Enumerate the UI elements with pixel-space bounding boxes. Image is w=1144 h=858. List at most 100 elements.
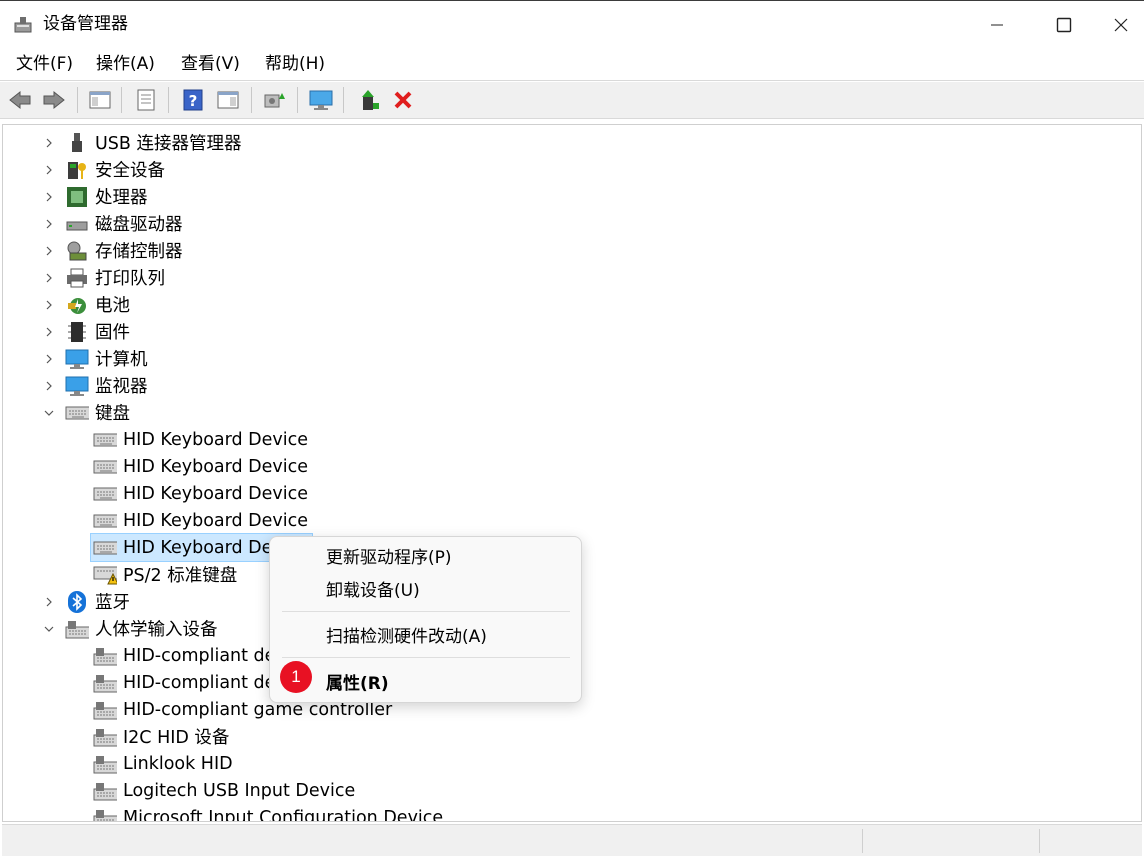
menu-action[interactable]: 操作(A) (96, 53, 155, 75)
tree-label: Linklook HID (123, 753, 233, 774)
storage-controller-icon (65, 239, 89, 263)
tree-label: HID Keyboard Device (123, 429, 309, 450)
chevron-right-icon[interactable] (43, 380, 55, 392)
keyboard-icon (93, 482, 117, 506)
tree-category-print-queues[interactable]: 打印队列 (43, 264, 165, 291)
tree-category-processor[interactable]: 处理器 (43, 183, 148, 210)
chevron-right-icon[interactable] (43, 245, 55, 257)
security-key-icon (65, 158, 89, 182)
keyboard-warning-icon (93, 563, 117, 587)
show-hide-action-pane-icon[interactable] (215, 87, 241, 113)
tree-category-storage-controllers[interactable]: 存储控制器 (43, 237, 183, 264)
chevron-right-icon[interactable] (43, 596, 55, 608)
chevron-right-icon[interactable] (43, 137, 55, 149)
forward-icon[interactable] (41, 87, 67, 113)
hid-icon (93, 644, 117, 668)
tree-category-firmware[interactable]: 固件 (43, 318, 130, 345)
toolbar: ? (0, 82, 1144, 119)
chevron-right-icon[interactable] (43, 299, 55, 311)
step-number-badge: 1 (280, 661, 312, 693)
tree-item-hid-keyboard-2[interactable]: HID Keyboard Device (93, 453, 308, 480)
tree-label: 人体学输入设备 (95, 620, 218, 640)
tree-item-hid-keyboard-4[interactable]: HID Keyboard Device (93, 507, 308, 534)
menu-bar: 文件(F) 操作(A) 查看(V) 帮助(H) (0, 47, 1144, 81)
maximize-button[interactable] (1041, 1, 1087, 48)
uninstall-red-x-icon[interactable] (390, 87, 416, 113)
menu-file[interactable]: 文件(F) (16, 53, 73, 75)
device-tree[interactable]: USB 连接器管理器 安全设备 处理器 磁盘驱动器 存储控制器 打印队列 电池 (2, 124, 1142, 822)
tree-item-hid-keyboard-3[interactable]: HID Keyboard Device (93, 480, 308, 507)
tree-item-hid-keyboard-1[interactable]: HID Keyboard Device (93, 426, 308, 453)
menu-update-driver[interactable]: 更新驱动程序(P) (326, 547, 452, 569)
minimize-button[interactable] (974, 1, 1020, 48)
scan-hardware-icon[interactable] (262, 87, 288, 113)
tree-label: 电池 (95, 296, 130, 316)
hid-icon (93, 671, 117, 695)
keyboard-icon (65, 401, 89, 425)
menu-properties[interactable]: 属性(R) (326, 673, 389, 695)
tree-label: PS/2 标准键盘 (123, 566, 238, 586)
chevron-right-icon[interactable] (43, 353, 55, 365)
tree-category-computer[interactable]: 计算机 (43, 345, 148, 372)
close-button[interactable] (1098, 1, 1144, 48)
usb-icon (65, 131, 89, 155)
svg-text:?: ? (189, 92, 198, 110)
tree-category-security[interactable]: 安全设备 (43, 156, 165, 183)
tree-category-bluetooth[interactable]: 蓝牙 (43, 588, 130, 615)
tree-category-disk-drives[interactable]: 磁盘驱动器 (43, 210, 183, 237)
tree-label: I2C HID 设备 (123, 728, 230, 748)
back-icon[interactable] (7, 87, 33, 113)
hid-icon (93, 698, 117, 722)
tree-item-logitech-usb[interactable]: Logitech USB Input Device (93, 777, 355, 804)
tree-category-battery[interactable]: 电池 (43, 291, 130, 318)
tree-category-monitors[interactable]: 监视器 (43, 372, 148, 399)
tree-label: 固件 (95, 323, 130, 343)
monitor-icon (65, 374, 89, 398)
tree-label: HID Keyboard Device (123, 456, 309, 477)
menu-uninstall-device[interactable]: 卸载设备(U) (326, 580, 420, 602)
tree-category-keyboards[interactable]: 键盘 (43, 399, 130, 426)
battery-icon (65, 293, 89, 317)
keyboard-icon (93, 536, 117, 560)
tree-item-ms-input-config[interactable]: Microsoft Input Configuration Device (93, 804, 444, 822)
chevron-down-icon[interactable] (43, 407, 55, 419)
tree-label: 打印队列 (95, 269, 165, 289)
tree-category-hid[interactable]: 人体学输入设备 (43, 615, 218, 642)
menu-scan-hardware[interactable]: 扫描检测硬件改动(A) (326, 626, 487, 648)
hid-icon (93, 752, 117, 776)
tree-label: HID Keyboard Device (123, 510, 309, 531)
chevron-right-icon[interactable] (43, 191, 55, 203)
chevron-right-icon[interactable] (43, 218, 55, 230)
computer-monitor-icon[interactable] (308, 87, 334, 113)
hid-icon (93, 725, 117, 749)
status-bar (2, 824, 1142, 856)
properties-icon[interactable] (133, 87, 159, 113)
update-driver-icon[interactable] (357, 87, 383, 113)
tree-label: 安全设备 (95, 161, 165, 181)
chevron-right-icon[interactable] (43, 164, 55, 176)
menu-help[interactable]: 帮助(H) (265, 53, 325, 75)
device-manager-icon (13, 14, 33, 34)
keyboard-icon (93, 428, 117, 452)
tree-item-linklook-hid[interactable]: Linklook HID (93, 750, 233, 777)
chevron-right-icon[interactable] (43, 272, 55, 284)
tree-label: 蓝牙 (95, 593, 130, 613)
tree-category-usb-connector[interactable]: USB 连接器管理器 (43, 129, 242, 156)
help-icon[interactable]: ? (180, 87, 206, 113)
hid-icon (65, 617, 89, 641)
show-hide-console-tree-icon[interactable] (87, 87, 113, 113)
menu-view[interactable]: 查看(V) (181, 53, 240, 75)
chevron-right-icon[interactable] (43, 326, 55, 338)
keyboard-icon (93, 455, 117, 479)
keyboard-icon (93, 509, 117, 533)
tree-label: HID Keyboard Device (123, 483, 309, 504)
tree-label: 处理器 (95, 188, 148, 208)
printer-icon (65, 266, 89, 290)
tree-label: Microsoft Input Configuration Device (123, 807, 444, 822)
tree-item-ps2-keyboard[interactable]: PS/2 标准键盘 (93, 561, 237, 588)
tree-label: USB 连接器管理器 (95, 134, 242, 154)
tree-label: 计算机 (95, 350, 148, 370)
window-title: 设备管理器 (43, 14, 128, 34)
tree-item-i2c-hid[interactable]: I2C HID 设备 (93, 723, 229, 750)
chevron-down-icon[interactable] (43, 623, 55, 635)
